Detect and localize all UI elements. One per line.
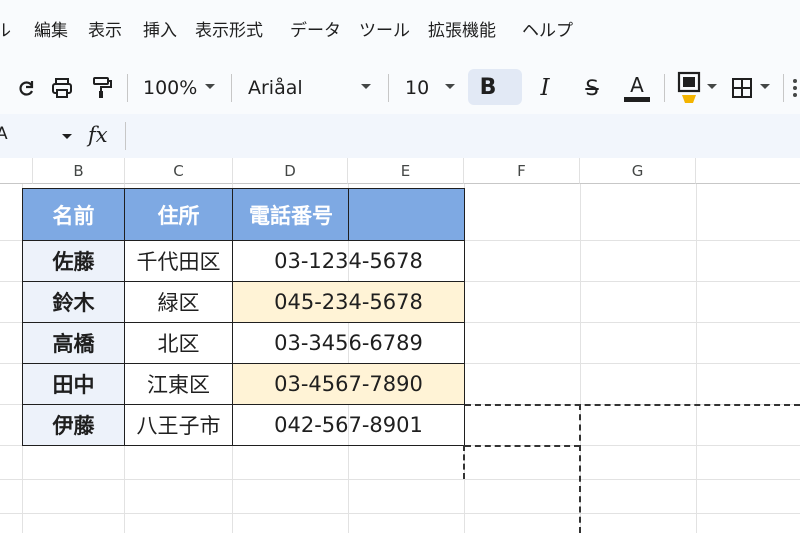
phone-cell[interactable]: 042-567-8901 (232, 404, 465, 446)
menu-format[interactable]: 表示形式 (195, 20, 263, 42)
marquee-bottom (465, 445, 580, 447)
toolbar: 100% Ariåal 10 B I S A (0, 62, 800, 114)
borders-dropdown-icon[interactable] (760, 84, 770, 89)
zoom-select[interactable]: 100% (143, 76, 197, 100)
font-select[interactable]: Ariåal (248, 76, 303, 100)
address-cell[interactable]: 江東区 (124, 363, 233, 405)
toolbar-divider (783, 74, 784, 102)
font-size-select[interactable]: 10 (405, 76, 429, 100)
phone-cell[interactable]: 03-1234-5678 (232, 240, 465, 282)
grid-line (0, 513, 800, 514)
column-header-f[interactable]: F (464, 158, 580, 184)
column-header-b[interactable]: B (33, 158, 125, 184)
header-cell-empty[interactable] (348, 188, 465, 241)
toolbar-divider (127, 74, 128, 102)
font-size-dropdown-icon[interactable] (445, 84, 455, 89)
text-color-swatch (624, 96, 650, 102)
toolbar-divider (388, 74, 389, 102)
fill-color-dropdown-icon[interactable] (707, 84, 717, 89)
marquee-top (465, 404, 800, 406)
menu-extensions[interactable]: 拡張機能 (428, 20, 496, 42)
name-box-dropdown-icon[interactable] (62, 134, 72, 139)
formula-divider (125, 122, 126, 150)
menu-bar: ル 編集 表示 挿入 表示形式 データ ツール 拡張機能 ヘルプ (0, 0, 800, 62)
formula-input[interactable] (132, 120, 792, 152)
toolbar-divider (664, 74, 665, 102)
name-box[interactable]: A (0, 124, 8, 144)
phone-cell-highlighted[interactable]: 045-234-5678 (232, 281, 465, 323)
italic-label: I (540, 75, 550, 101)
name-cell[interactable]: 高橋 (22, 322, 125, 364)
fill-color-icon[interactable] (676, 71, 702, 103)
print-icon[interactable] (48, 73, 76, 103)
header-cell-phone[interactable]: 電話番号 (232, 188, 349, 241)
column-header-c[interactable]: C (125, 158, 233, 184)
text-color-button[interactable]: A (622, 73, 652, 103)
menu-tools[interactable]: ツール (359, 20, 410, 42)
menu-view[interactable]: 表示 (88, 20, 122, 42)
phone-cell[interactable]: 03-3456-6789 (232, 322, 465, 364)
bold-label: B (479, 74, 497, 100)
menu-help[interactable]: ヘルプ (522, 20, 573, 42)
column-header-g[interactable]: G (580, 158, 696, 184)
strikethrough-button[interactable]: S (578, 73, 606, 103)
address-cell[interactable]: 北区 (124, 322, 233, 364)
address-cell[interactable]: 緑区 (124, 281, 233, 323)
marquee-right (579, 404, 581, 533)
phone-cell-highlighted[interactable]: 03-4567-7890 (232, 363, 465, 405)
column-header-h[interactable] (696, 158, 800, 184)
name-cell[interactable]: 伊藤 (22, 404, 125, 446)
menu-data[interactable]: データ (290, 20, 341, 42)
paint-format-icon[interactable] (88, 73, 116, 103)
fx-icon: fx (88, 123, 108, 147)
toolbar-divider (231, 74, 232, 102)
grid-line (0, 479, 800, 480)
name-cell[interactable]: 田中 (22, 363, 125, 405)
marquee-left (463, 445, 465, 479)
column-header-d[interactable]: D (233, 158, 348, 184)
column-header-e[interactable]: E (348, 158, 464, 184)
bold-button[interactable]: B (468, 69, 522, 105)
font-dropdown-icon[interactable] (361, 84, 371, 89)
menu-format-truncated[interactable]: ル (0, 20, 11, 42)
header-cell-name[interactable]: 名前 (22, 188, 125, 241)
grid-line (696, 184, 697, 533)
header-cell-address[interactable]: 住所 (124, 188, 233, 241)
italic-button[interactable]: I (532, 73, 558, 103)
menu-insert[interactable]: 挿入 (143, 20, 177, 42)
redo-icon[interactable] (14, 73, 40, 103)
address-cell[interactable]: 千代田区 (124, 240, 233, 282)
name-cell[interactable]: 鈴木 (22, 281, 125, 323)
more-options-icon[interactable] (790, 73, 800, 103)
zoom-dropdown-icon[interactable] (205, 84, 215, 89)
borders-icon[interactable] (729, 73, 755, 103)
address-cell[interactable]: 八王子市 (124, 404, 233, 446)
menu-edit[interactable]: 編集 (34, 20, 68, 42)
strikethrough-label: S (585, 76, 599, 100)
column-header-a[interactable] (0, 158, 33, 184)
text-color-label: A (630, 72, 644, 97)
name-cell[interactable]: 佐藤 (22, 240, 125, 282)
formula-bar: A fx (0, 114, 800, 158)
